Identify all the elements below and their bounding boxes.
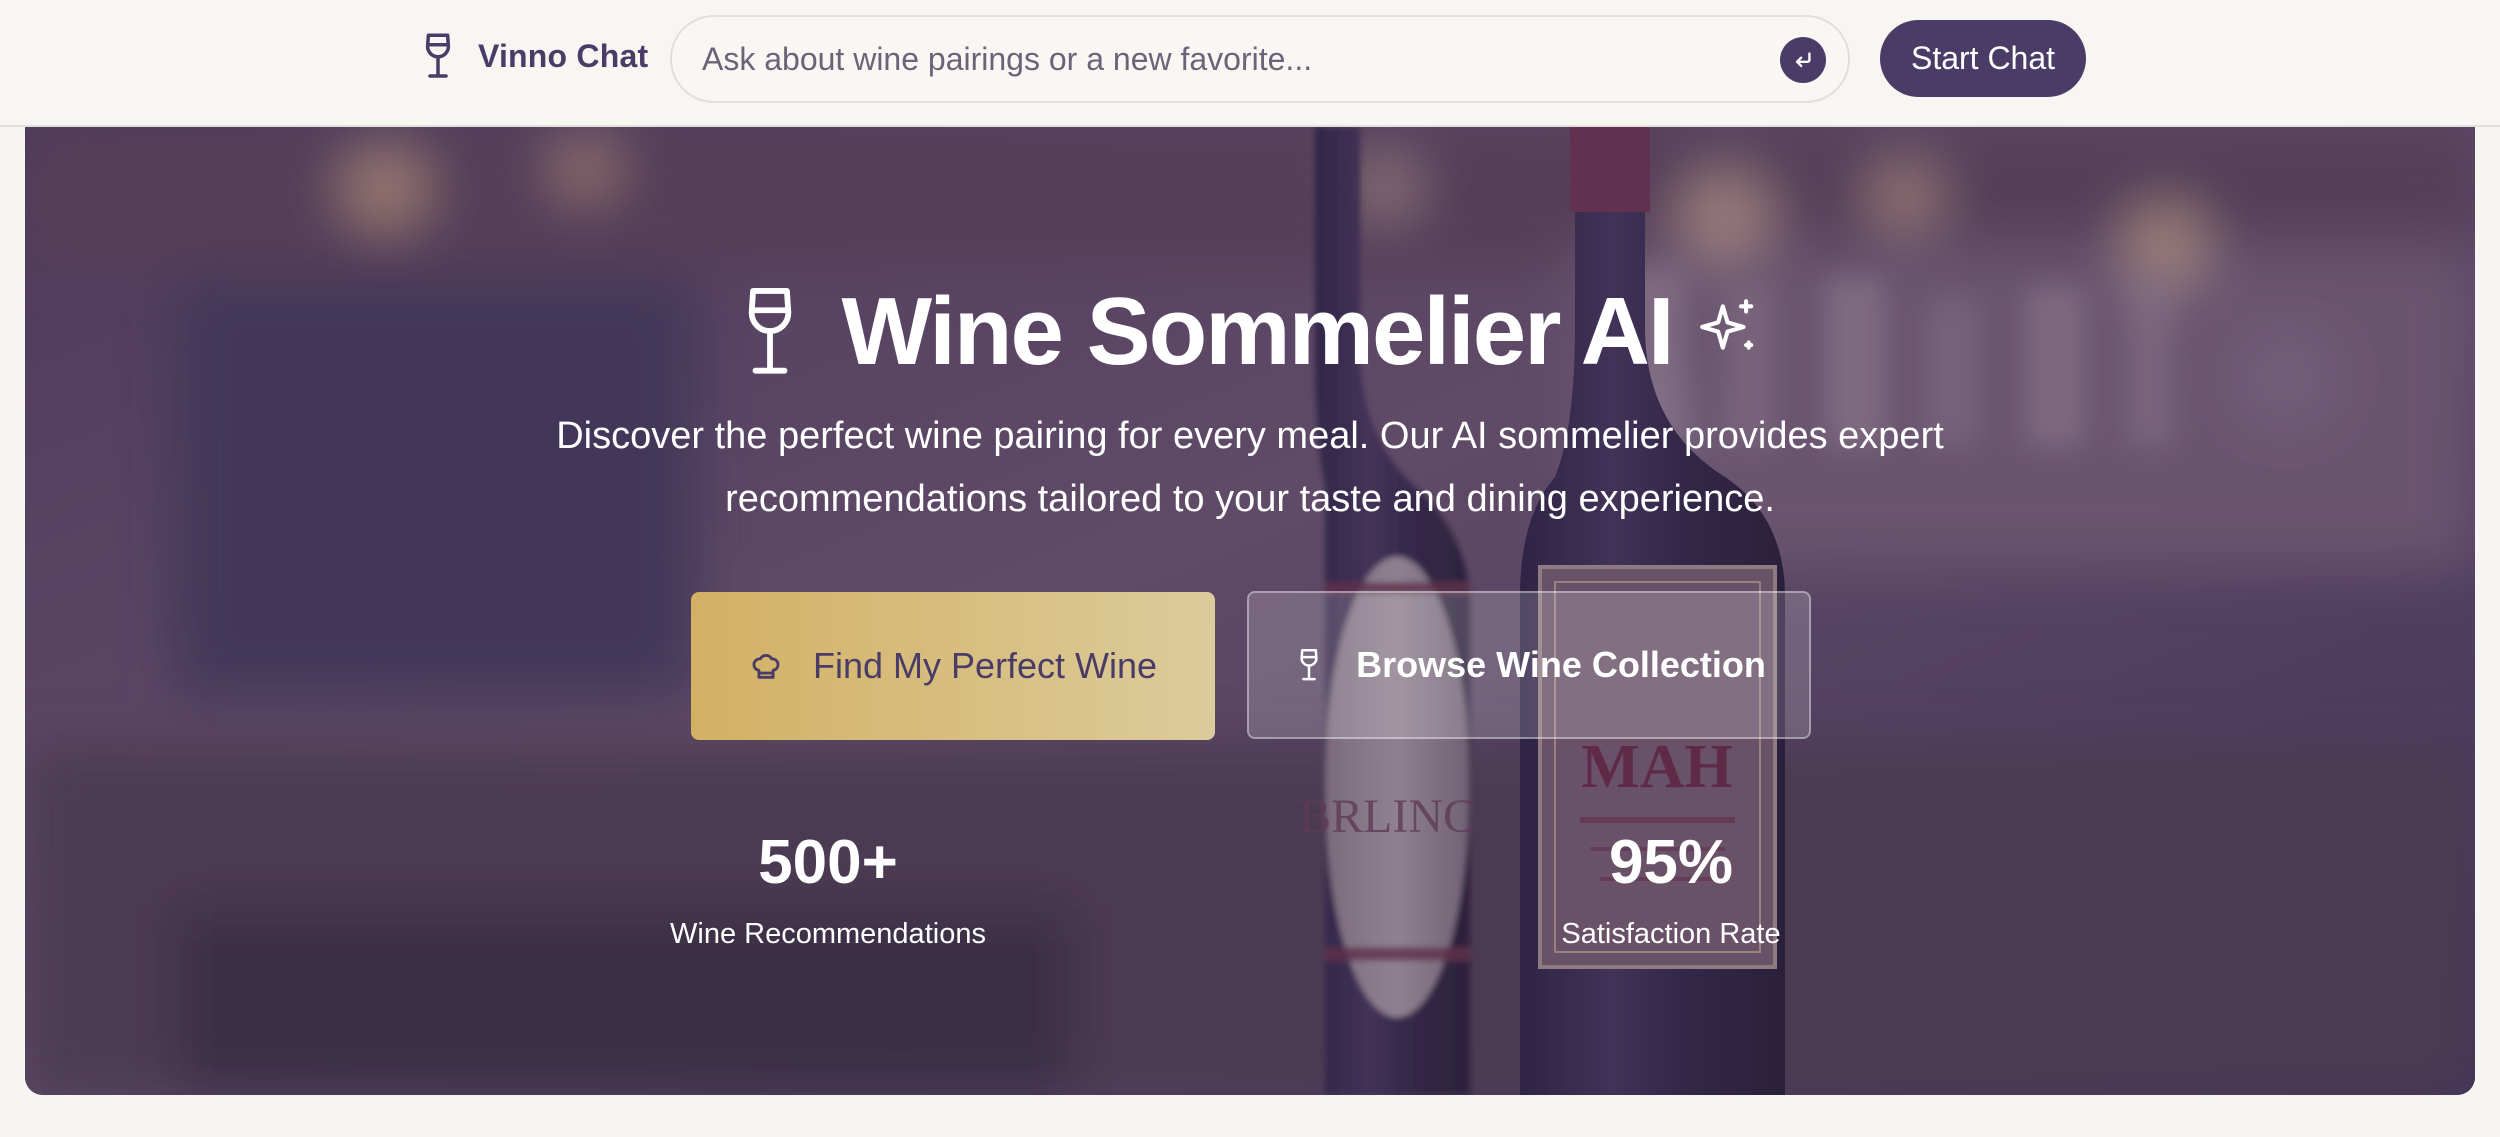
wine-glass-icon	[749, 288, 792, 374]
chat-search-bar	[670, 15, 1850, 103]
hero-section: BRLINC MAH Wine Sommelier AI Discover th…	[25, 127, 2475, 1095]
hero-title: Wine Sommelier AI	[25, 257, 2475, 407]
search-input[interactable]	[702, 17, 1722, 101]
top-navigation-bar: Vinno Chat Start Chat	[0, 0, 2500, 127]
start-chat-button[interactable]: Start Chat	[1880, 20, 2086, 97]
stat-value: 95%	[1608, 828, 1734, 897]
stat-value: 500+	[758, 828, 898, 897]
sparkles-icon	[1699, 299, 1753, 350]
stat-label: Satisfaction Rate	[1561, 918, 1781, 950]
stat-label: Wine Recommendations	[670, 918, 986, 950]
brand-name: Vinno Chat	[478, 37, 649, 74]
find-perfect-wine-label: Find My Perfect Wine	[812, 645, 1158, 686]
hero-title-text: Wine Sommelier AI	[841, 278, 1674, 385]
find-perfect-wine-button[interactable]: Find My Perfect Wine	[691, 592, 1215, 740]
stat-wine-recommendations: 500+ Wine Recommendations	[578, 832, 1078, 951]
stat-satisfaction-rate: 95% Satisfaction Rate	[1421, 832, 1921, 951]
browse-wine-collection-button[interactable]: Browse Wine Collection	[1247, 591, 1811, 739]
search-submit-button[interactable]	[1780, 37, 1826, 83]
brand-logo[interactable]: Vinno Chat	[418, 32, 648, 80]
hero-description: Discover the perfect wine pairing for ev…	[556, 415, 1944, 520]
return-arrow-icon	[1795, 52, 1811, 68]
wine-glass-icon	[1300, 649, 1318, 681]
chef-hat-icon	[752, 654, 780, 679]
wine-glass-icon	[425, 33, 451, 78]
browse-wine-collection-label: Browse Wine Collection	[1356, 644, 1766, 685]
